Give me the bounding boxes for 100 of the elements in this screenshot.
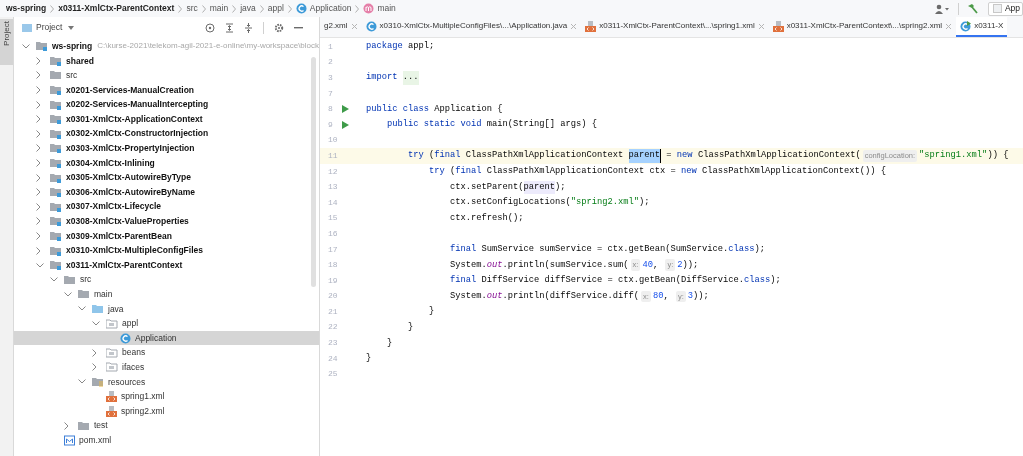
tree-item[interactable]: x0309-XmlCtx-ParentBean xyxy=(14,228,319,244)
tree-item[interactable]: spring2.xml xyxy=(14,403,319,419)
editor-tab[interactable]: x0310-XmlCtx-MultipleConfigFiles\...\Application.java xyxy=(361,17,582,37)
line-number: 10 xyxy=(327,134,339,147)
tree-item[interactable]: main xyxy=(14,287,319,302)
close-icon[interactable] xyxy=(757,22,765,30)
line-number: 24 xyxy=(327,352,339,365)
hammer-icon[interactable] xyxy=(966,3,978,14)
class-icon xyxy=(365,20,377,32)
tree-item[interactable]: x0311-XmlCtx-ParentContext xyxy=(14,257,319,273)
line-number: 16 xyxy=(327,227,339,240)
xml-file-icon xyxy=(585,20,597,32)
breadcrumb-item[interactable]: main xyxy=(209,2,229,15)
run-icon[interactable] xyxy=(342,105,349,114)
tree-item[interactable]: Application xyxy=(14,330,319,346)
code-line: } xyxy=(366,352,372,366)
tree-item[interactable]: x0201-Services-ManualCreation xyxy=(14,82,319,98)
code-line: } xyxy=(386,336,393,350)
breadcrumb-item[interactable]: src xyxy=(186,2,198,15)
editor-tab[interactable]: g2.xml xyxy=(320,17,362,37)
line-number: 22 xyxy=(327,321,339,334)
tree-item[interactable]: test xyxy=(14,418,319,434)
tree-item[interactable]: pom.xml xyxy=(14,433,319,448)
maven-file-icon xyxy=(64,434,75,446)
line-number: 3 xyxy=(327,72,334,84)
tree-item[interactable]: src xyxy=(14,272,319,288)
line-number: 1 xyxy=(327,40,334,53)
expand-all-icon[interactable] xyxy=(225,22,234,33)
editor-tab[interactable]: x0311-XmlCtx-ParentContext\...\spring2.xml xyxy=(768,17,957,37)
class-icon xyxy=(960,20,972,32)
tree-item[interactable]: x0307-XmlCtx-Lifecycle xyxy=(14,199,319,215)
line-number: 7 xyxy=(327,87,334,100)
module-folder-icon xyxy=(50,187,62,198)
folder-icon xyxy=(64,274,76,285)
tree-item[interactable]: x0301-XmlCtx-ApplicationContext xyxy=(14,111,319,127)
close-icon[interactable] xyxy=(945,22,953,30)
folder-icon xyxy=(50,70,62,81)
tree-item[interactable]: src xyxy=(14,68,319,83)
close-icon[interactable] xyxy=(570,22,578,30)
breadcrumb-item[interactable]: appl xyxy=(267,2,284,15)
module-folder-icon xyxy=(50,231,62,241)
code-line: public static void main(String[] args) { xyxy=(386,118,598,132)
folder-icon xyxy=(78,420,90,431)
caret-icon[interactable] xyxy=(68,25,75,30)
line-number: 17 xyxy=(327,243,339,256)
code-line: package appl; xyxy=(366,40,435,54)
tree-item[interactable]: x0303-XmlCtx-PropertyInjection xyxy=(14,141,319,156)
tree-item[interactable]: resources xyxy=(14,374,319,390)
folder-icon xyxy=(78,289,90,300)
tree-item[interactable]: ifaces xyxy=(14,360,319,375)
breadcrumb-item[interactable]: x0311-XmlCtx-ParentContext xyxy=(58,2,175,15)
minimize-icon[interactable] xyxy=(294,26,303,29)
project-tool-tab[interactable]: Project xyxy=(0,19,13,65)
expanded-chevron-icon xyxy=(78,379,86,385)
tree-item[interactable]: ws-spring C:\kurse-2021\telekom-agil-2021-e-online\my-workspace\block xyxy=(14,39,319,54)
code-line: final SumService sumService = ctx.getBean(SumService.class); xyxy=(449,242,766,256)
package-folder-icon xyxy=(106,362,118,373)
tree-item[interactable]: spring1.xml xyxy=(14,389,319,404)
line-number: 13 xyxy=(327,181,339,194)
tree-item[interactable]: shared xyxy=(14,53,319,69)
source-folder-icon xyxy=(92,304,104,314)
tree-item[interactable]: x0306-XmlCtx-AutowireByName xyxy=(14,184,319,200)
chevron-icon xyxy=(50,4,55,13)
locate-icon[interactable] xyxy=(205,22,215,33)
tree-item[interactable]: x0302-XmlCtx-ConstructorInjection xyxy=(14,126,319,142)
line-number: 2 xyxy=(327,56,334,69)
tree-item[interactable]: appl xyxy=(14,316,319,331)
class-icon xyxy=(120,332,131,344)
chevron-icon xyxy=(259,4,264,13)
xml-file-icon xyxy=(106,405,117,417)
tree-item[interactable]: x0305-XmlCtx-AutowireByType xyxy=(14,170,319,185)
module-folder-icon xyxy=(36,41,48,52)
code-line: } xyxy=(407,320,414,334)
package-folder-icon xyxy=(106,318,118,329)
code-line: try (final ClassPathXmlApplicationContext ctx = new ClassPathXmlApplicationContext()) { xyxy=(428,165,886,178)
tree-item[interactable]: x0202-Services-ManualIntercepting xyxy=(14,97,319,112)
run-icon[interactable] xyxy=(342,120,349,129)
close-icon[interactable] xyxy=(350,22,358,30)
user-icon[interactable] xyxy=(933,3,950,14)
tree-item[interactable]: x0308-XmlCtx-ValueProperties xyxy=(14,214,319,229)
tree-item[interactable]: x0310-XmlCtx-MultipleConfigFiles xyxy=(14,243,319,258)
collapse-all-icon[interactable] xyxy=(244,22,253,33)
package-folder-icon xyxy=(106,347,118,358)
module-folder-icon xyxy=(50,143,62,154)
breadcrumb-item[interactable]: main xyxy=(363,2,396,15)
line-number: 9 xyxy=(327,118,334,131)
run-configuration-dropdown[interactable]: App xyxy=(987,1,1023,16)
tree-item[interactable]: beans xyxy=(14,345,319,361)
breadcrumb-item[interactable]: java xyxy=(240,2,256,15)
scrollbar[interactable] xyxy=(311,57,316,287)
configuration-icon xyxy=(992,4,1002,13)
breadcrumb-item[interactable]: Application xyxy=(295,2,352,15)
panel-title[interactable]: Project xyxy=(36,21,63,34)
chevron-icon xyxy=(178,4,183,13)
breadcrumb-item[interactable]: ws-spring xyxy=(6,2,47,15)
editor-tab[interactable]: x0311-XmlCtx-ParentContext\...\spring1.xml xyxy=(581,17,769,37)
editor-tab[interactable]: x0311-X xyxy=(956,17,1008,37)
tree-item[interactable]: x0304-XmlCtx-Inlining xyxy=(14,155,319,171)
tree-item[interactable]: java xyxy=(14,301,319,317)
settings-icon[interactable] xyxy=(274,22,284,33)
